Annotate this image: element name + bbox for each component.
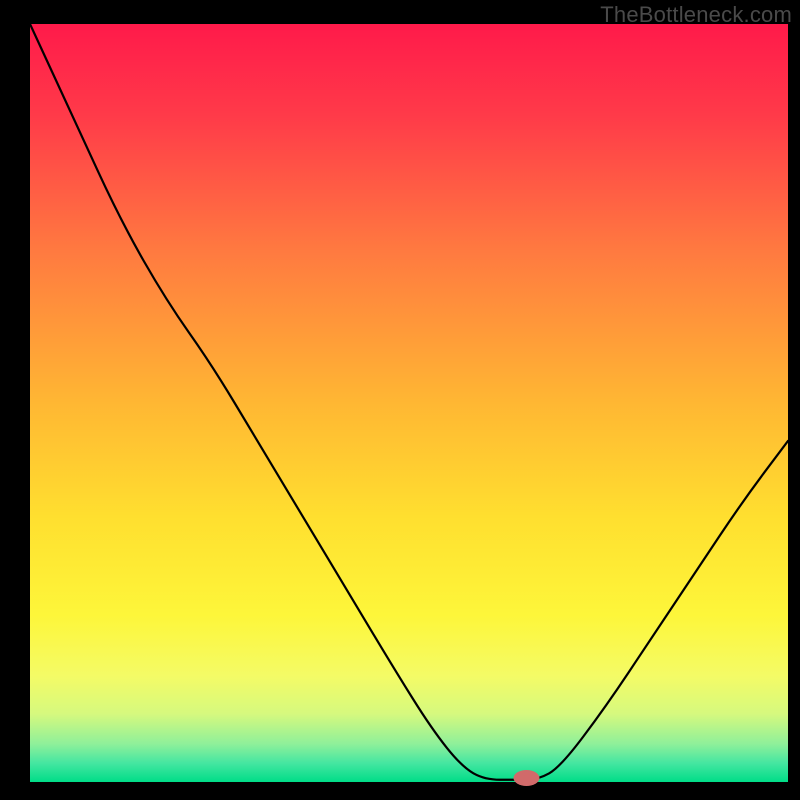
bottleneck-chart xyxy=(0,0,800,800)
chart-container: TheBottleneck.com xyxy=(0,0,800,800)
watermark-text: TheBottleneck.com xyxy=(600,2,792,28)
optimal-point-marker xyxy=(513,770,539,786)
chart-gradient-bg xyxy=(30,24,788,782)
